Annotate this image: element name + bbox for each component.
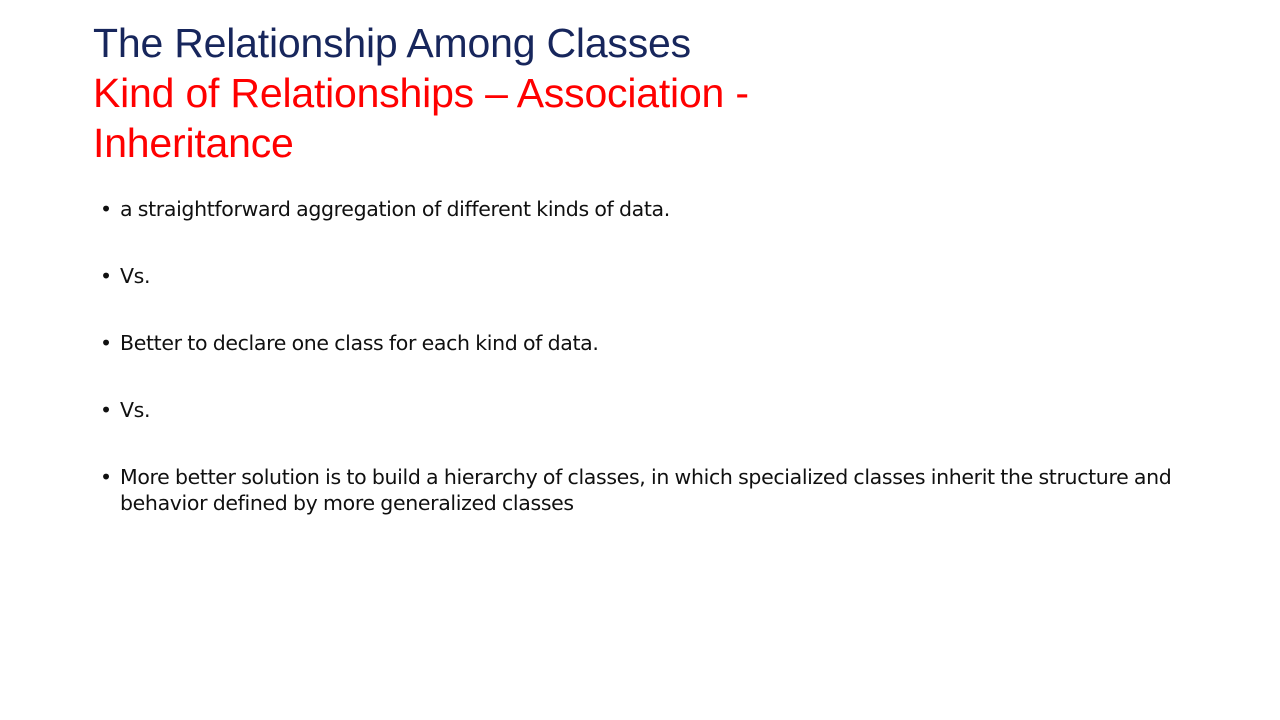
- title-line-subtitle-1: Kind of Relationships – Association -: [93, 70, 749, 116]
- title-line-primary: The Relationship Among Classes: [93, 20, 691, 66]
- bullet-dot-icon: •: [100, 465, 112, 489]
- bullet-dot-icon: •: [100, 197, 112, 221]
- bullet-list-item: • More better solution is to build a hie…: [99, 464, 1189, 516]
- slide-body-bullet-list: • a straightforward aggregation of diffe…: [99, 196, 1189, 516]
- bullet-list-item: • a straightforward aggregation of diffe…: [99, 196, 1189, 222]
- slide-title-block: The Relationship Among Classes Kind of R…: [93, 18, 1213, 168]
- bullet-text: Vs.: [120, 264, 151, 288]
- bullet-list-item: • Vs.: [99, 263, 1189, 289]
- title-line-subtitle-2: Inheritance: [93, 120, 294, 166]
- bullet-dot-icon: •: [100, 331, 112, 355]
- bullet-dot-icon: •: [100, 264, 112, 288]
- bullet-text: More better solution is to build a hiera…: [120, 465, 1172, 515]
- slide-canvas: The Relationship Among Classes Kind of R…: [0, 0, 1280, 720]
- bullet-dot-icon: •: [100, 398, 112, 422]
- bullet-text: a straightforward aggregation of differe…: [120, 197, 670, 221]
- bullet-text: Vs.: [120, 398, 151, 422]
- bullet-list-item: • Vs.: [99, 397, 1189, 423]
- bullet-list-item: • Better to declare one class for each k…: [99, 330, 1189, 356]
- bullet-text: Better to declare one class for each kin…: [120, 331, 599, 355]
